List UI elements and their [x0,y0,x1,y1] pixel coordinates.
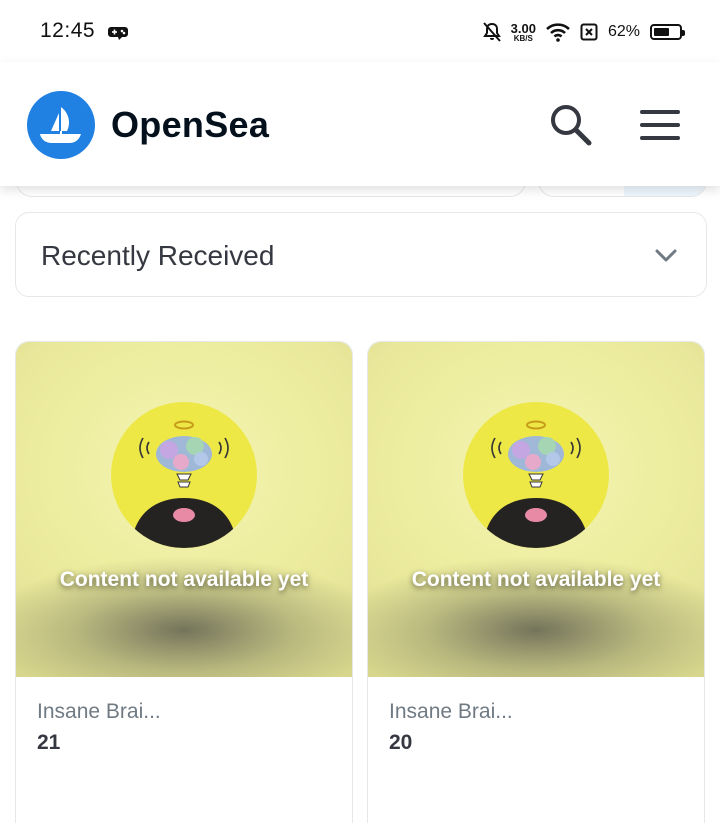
status-time: 12:45 [40,19,96,42]
content-unavailable-text: Content not available yet [59,568,309,591]
sort-selected-label: Recently Received [41,240,275,271]
wifi-icon [546,23,570,42]
nft-token-number: 20 [389,731,413,754]
search-icon [551,105,592,146]
network-speed-value: 3.00 [510,20,536,36]
nft-card[interactable]: Content not available yet Insane Brai...… [15,341,353,823]
network-speed-unit: KB/S [513,33,533,43]
nft-name: Insane Brai... [37,700,161,723]
chevron-down-icon [655,249,677,262]
hamburger-menu-icon [640,110,680,140]
status-bar: 12:45 3.00 KB/S 62% [0,0,720,62]
insane-brain-avatar-icon [111,402,257,548]
nft-media[interactable]: Content not available yet [368,342,704,677]
battery-percent: 62% [607,23,640,40]
sort-dropdown[interactable]: Recently Received [15,212,707,297]
sim-no-signal-icon [580,23,598,41]
network-speed: 3.00 KB/S [511,22,536,43]
battery-icon [650,24,685,40]
sailboat-icon [40,107,81,143]
nft-token-number: 21 [37,731,61,754]
insane-brain-avatar-icon [463,402,609,548]
nft-card[interactable]: Content not available yet Insane Brai...… [367,341,705,823]
content-unavailable-text: Content not available yet [411,568,661,591]
game-controller-icon [108,27,128,40]
brand-name[interactable]: OpenSea [111,104,269,146]
nft-name: Insane Brai... [389,700,513,723]
search-button[interactable] [546,100,594,148]
battery-level-fill [654,28,669,36]
opensea-logo-icon[interactable] [27,91,95,159]
app-header: OpenSea [0,62,720,186]
nft-media[interactable]: Content not available yet [16,342,352,677]
menu-button[interactable] [636,106,684,144]
notifications-muted-icon [482,22,501,42]
